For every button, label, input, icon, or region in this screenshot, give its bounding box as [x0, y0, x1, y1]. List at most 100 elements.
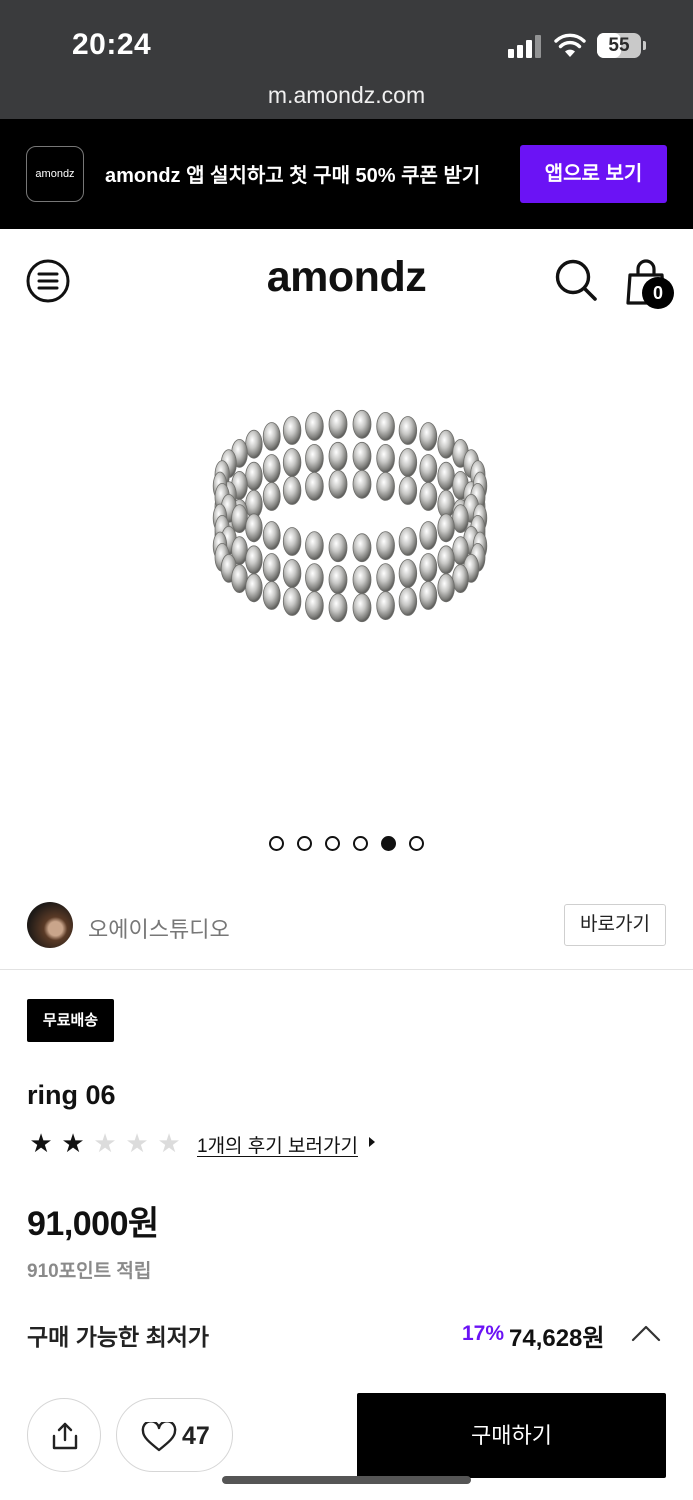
ring-bead	[452, 504, 469, 534]
ring-bead	[398, 559, 418, 588]
ring-bead	[262, 482, 281, 511]
ring-bead	[352, 533, 372, 563]
ring-bead	[328, 533, 348, 563]
ring-bead	[419, 482, 438, 511]
ring-bead	[328, 565, 348, 595]
ring-bead	[437, 513, 455, 543]
ring-bead	[231, 564, 248, 594]
ring-bead	[437, 461, 455, 491]
shop-avatar[interactable]	[27, 902, 73, 948]
ring-bead	[245, 573, 263, 603]
ring-bead	[376, 472, 395, 501]
shop-row: 오에이스튜디오 바로가기	[0, 880, 693, 970]
heart-icon	[141, 1422, 177, 1452]
ring-bead	[419, 581, 438, 610]
ring-bead	[328, 441, 348, 471]
product-title: ring 06	[27, 1080, 116, 1110]
ring-bead	[398, 527, 418, 556]
like-button[interactable]: 47	[116, 1398, 233, 1472]
ring-bead	[282, 527, 302, 556]
rating-stars: ★ ★ ★ ★ ★	[27, 1129, 187, 1157]
buy-button[interactable]: 구매하기	[357, 1393, 666, 1478]
pagination-dot[interactable]	[269, 836, 284, 851]
ring-bead	[419, 454, 438, 483]
ring-bead	[376, 531, 395, 561]
status-bar: 20:24 55 m.amondz.com	[0, 0, 693, 119]
ring-bead	[328, 593, 348, 623]
ring-bead	[328, 469, 348, 499]
cart-count-badge[interactable]: 0	[642, 277, 674, 309]
pagination-dot[interactable]	[325, 836, 340, 851]
ring-bead	[437, 573, 455, 603]
ring-bead	[352, 409, 372, 439]
pagination-dot[interactable]	[381, 836, 396, 851]
star-filled-icon: ★	[61, 1128, 85, 1158]
star-empty-icon: ★	[93, 1128, 117, 1158]
shop-name[interactable]: 오에이스튜디오	[88, 912, 230, 944]
ring-bead	[305, 591, 324, 621]
ring-bead	[352, 469, 372, 499]
home-indicator	[222, 1476, 471, 1484]
star-filled-icon: ★	[29, 1128, 53, 1158]
star-empty-icon: ★	[125, 1128, 149, 1158]
ring-bead	[262, 521, 281, 550]
app-logo: amondz	[26, 146, 84, 202]
image-pagination	[0, 836, 693, 851]
ring-bead	[282, 476, 302, 505]
ring-bead	[437, 545, 455, 575]
ring-bead	[245, 461, 263, 491]
ring-bead	[305, 563, 324, 593]
ring-bead	[282, 559, 302, 588]
ring-bead	[419, 521, 438, 550]
ring-bead	[262, 454, 281, 483]
ring-bead	[262, 422, 281, 451]
go-to-shop-button[interactable]: 바로가기	[564, 904, 666, 946]
ring-bead	[282, 448, 302, 477]
app-install-banner: amondz amondz 앱 설치하고 첫 구매 50% 쿠폰 받기 앱으로 …	[0, 119, 693, 229]
ring-bead	[398, 587, 418, 616]
lowest-price-label: 구매 가능한 최저가	[27, 1324, 210, 1350]
ring-bead	[245, 513, 263, 543]
ring-bead	[419, 422, 438, 451]
ring-bead	[245, 429, 263, 459]
ring-bead	[352, 593, 372, 623]
wifi-icon	[554, 33, 586, 57]
ring-bead	[305, 472, 324, 501]
pagination-dot[interactable]	[353, 836, 368, 851]
ring-bead	[245, 545, 263, 575]
ring-bead	[352, 441, 372, 471]
ring-bead	[398, 448, 418, 477]
ring-bead	[305, 444, 324, 473]
battery-icon: 55	[597, 33, 641, 58]
battery-level: 55	[608, 35, 630, 56]
product-price: 91,000원	[27, 1205, 159, 1243]
like-count: 47	[182, 1422, 210, 1450]
site-header: amondz 0	[0, 229, 693, 329]
chevron-up-icon[interactable]	[631, 1323, 661, 1343]
pagination-dot[interactable]	[297, 836, 312, 851]
search-icon[interactable]	[553, 257, 599, 303]
caret-right-icon[interactable]	[369, 1137, 375, 1147]
ring-bead	[282, 416, 302, 445]
app-install-text: amondz 앱 설치하고 첫 구매 50% 쿠폰 받기	[105, 165, 481, 187]
star-empty-icon: ★	[157, 1128, 181, 1158]
open-in-app-button[interactable]: 앱으로 보기	[520, 145, 667, 203]
ring-bead	[376, 563, 395, 593]
ring-bead	[262, 553, 281, 582]
review-link[interactable]: 1개의 후기 보러가기	[197, 1131, 358, 1158]
ring-bead	[398, 476, 418, 505]
ring-bead	[376, 591, 395, 621]
battery-tip	[643, 41, 646, 50]
ring-bead	[452, 564, 469, 594]
pagination-dot[interactable]	[409, 836, 424, 851]
reward-points: 910포인트 적립	[27, 1261, 152, 1282]
cellular-signal-icon	[508, 34, 542, 58]
address-bar-url[interactable]: m.amondz.com	[0, 82, 693, 109]
ring-bead	[376, 444, 395, 473]
ring-bead	[231, 504, 248, 534]
lowest-price-discount: 17%	[462, 1322, 505, 1345]
ring-bead	[419, 553, 438, 582]
product-image[interactable]	[190, 378, 510, 678]
share-button[interactable]	[27, 1398, 101, 1472]
ring-bead	[376, 412, 395, 441]
